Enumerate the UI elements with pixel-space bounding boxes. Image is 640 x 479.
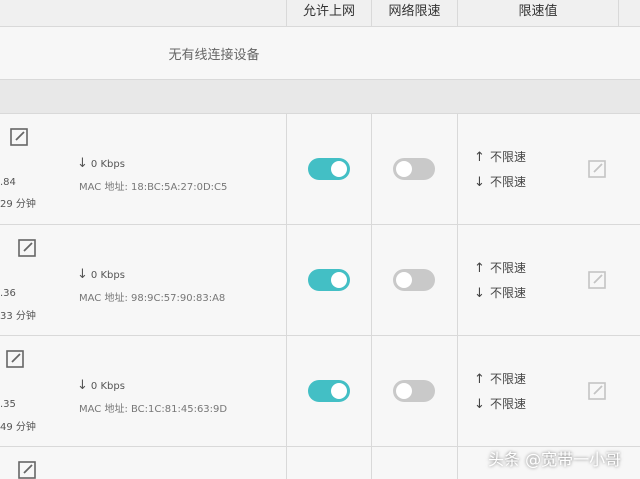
device-online-time: 33 分钟 bbox=[0, 311, 36, 322]
header-speed-limit: 网络限速 bbox=[388, 4, 441, 19]
up-arrow-icon: ↑ bbox=[474, 150, 485, 165]
edit-limit-icon[interactable] bbox=[588, 271, 606, 289]
up-arrow-icon: ↑ bbox=[474, 261, 485, 276]
divider bbox=[371, 0, 372, 27]
divider bbox=[0, 79, 640, 80]
download-limit-value: 不限速 bbox=[490, 175, 527, 189]
download-limit-value: 不限速 bbox=[490, 397, 527, 411]
download-rate-value: 0 Kbps bbox=[90, 381, 125, 392]
edit-limit-icon[interactable] bbox=[588, 160, 606, 178]
speed-limit-toggle[interactable] bbox=[393, 158, 435, 180]
device-online-time: 49 分钟 bbox=[0, 422, 36, 433]
allow-internet-toggle[interactable] bbox=[308, 269, 350, 291]
header-allow-internet: 允许上网 bbox=[302, 4, 355, 19]
divider bbox=[0, 113, 640, 114]
speed-limit-toggle[interactable] bbox=[393, 380, 435, 402]
download-limit-value: 不限速 bbox=[490, 286, 527, 300]
edit-name-icon[interactable] bbox=[18, 239, 36, 257]
down-arrow-icon: ↓ bbox=[77, 267, 88, 282]
group-band bbox=[0, 80, 640, 113]
mac-address: MAC 地址: BC:1C:81:45:63:9D bbox=[79, 404, 228, 415]
upload-limit-value: 不限速 bbox=[490, 150, 527, 164]
divider bbox=[371, 114, 372, 479]
divider bbox=[457, 0, 458, 27]
download-limit: ↓ 不限速 bbox=[474, 284, 526, 301]
speed-limit-toggle[interactable] bbox=[393, 269, 435, 291]
device-ip: .84 bbox=[0, 177, 16, 188]
upload-limit: ↑ 不限速 bbox=[474, 148, 526, 165]
down-arrow-icon: ↓ bbox=[474, 397, 485, 412]
divider bbox=[286, 0, 287, 27]
down-arrow-icon: ↓ bbox=[77, 378, 88, 393]
allow-internet-toggle[interactable] bbox=[308, 158, 350, 180]
device-online-time: 29 分钟 bbox=[0, 199, 36, 210]
edit-name-icon[interactable] bbox=[6, 350, 24, 368]
divider bbox=[286, 114, 287, 479]
allow-internet-toggle[interactable] bbox=[308, 380, 350, 402]
device-ip: .36 bbox=[0, 288, 16, 299]
divider bbox=[457, 114, 458, 479]
edit-limit-icon[interactable] bbox=[588, 382, 606, 400]
download-limit: ↓ 不限速 bbox=[474, 173, 526, 190]
watermark: 头条 @宽带一小哥 bbox=[488, 450, 622, 469]
mac-address: MAC 地址: 98:9C:57:90:83:A8 bbox=[79, 293, 226, 304]
divider bbox=[618, 0, 619, 27]
download-rate: ↓ 0 Kbps bbox=[77, 156, 125, 171]
download-limit: ↓ 不限速 bbox=[474, 395, 526, 412]
upload-limit: ↑ 不限速 bbox=[474, 259, 526, 276]
divider bbox=[0, 335, 640, 336]
down-arrow-icon: ↓ bbox=[474, 286, 485, 301]
divider bbox=[0, 224, 640, 225]
download-rate-value: 0 Kbps bbox=[90, 270, 125, 281]
header-limit-value: 限速值 bbox=[518, 4, 558, 19]
upload-limit: ↑ 不限速 bbox=[474, 370, 526, 387]
upload-limit-value: 不限速 bbox=[490, 261, 527, 275]
device-ip: .35 bbox=[0, 399, 16, 410]
mac-address: MAC 地址: 18:BC:5A:27:0D:C5 bbox=[79, 182, 228, 193]
download-rate-value: 0 Kbps bbox=[90, 159, 125, 170]
download-rate: ↓ 0 Kbps bbox=[77, 267, 125, 282]
upload-limit-value: 不限速 bbox=[490, 372, 527, 386]
edit-name-icon[interactable] bbox=[18, 461, 36, 479]
divider bbox=[0, 26, 640, 27]
down-arrow-icon: ↓ bbox=[77, 156, 88, 171]
up-arrow-icon: ↑ bbox=[474, 372, 485, 387]
download-rate: ↓ 0 Kbps bbox=[77, 378, 125, 393]
no-wired-device-text: 无有线连接设备 bbox=[168, 48, 260, 63]
down-arrow-icon: ↓ bbox=[474, 175, 485, 190]
edit-name-icon[interactable] bbox=[10, 128, 28, 146]
